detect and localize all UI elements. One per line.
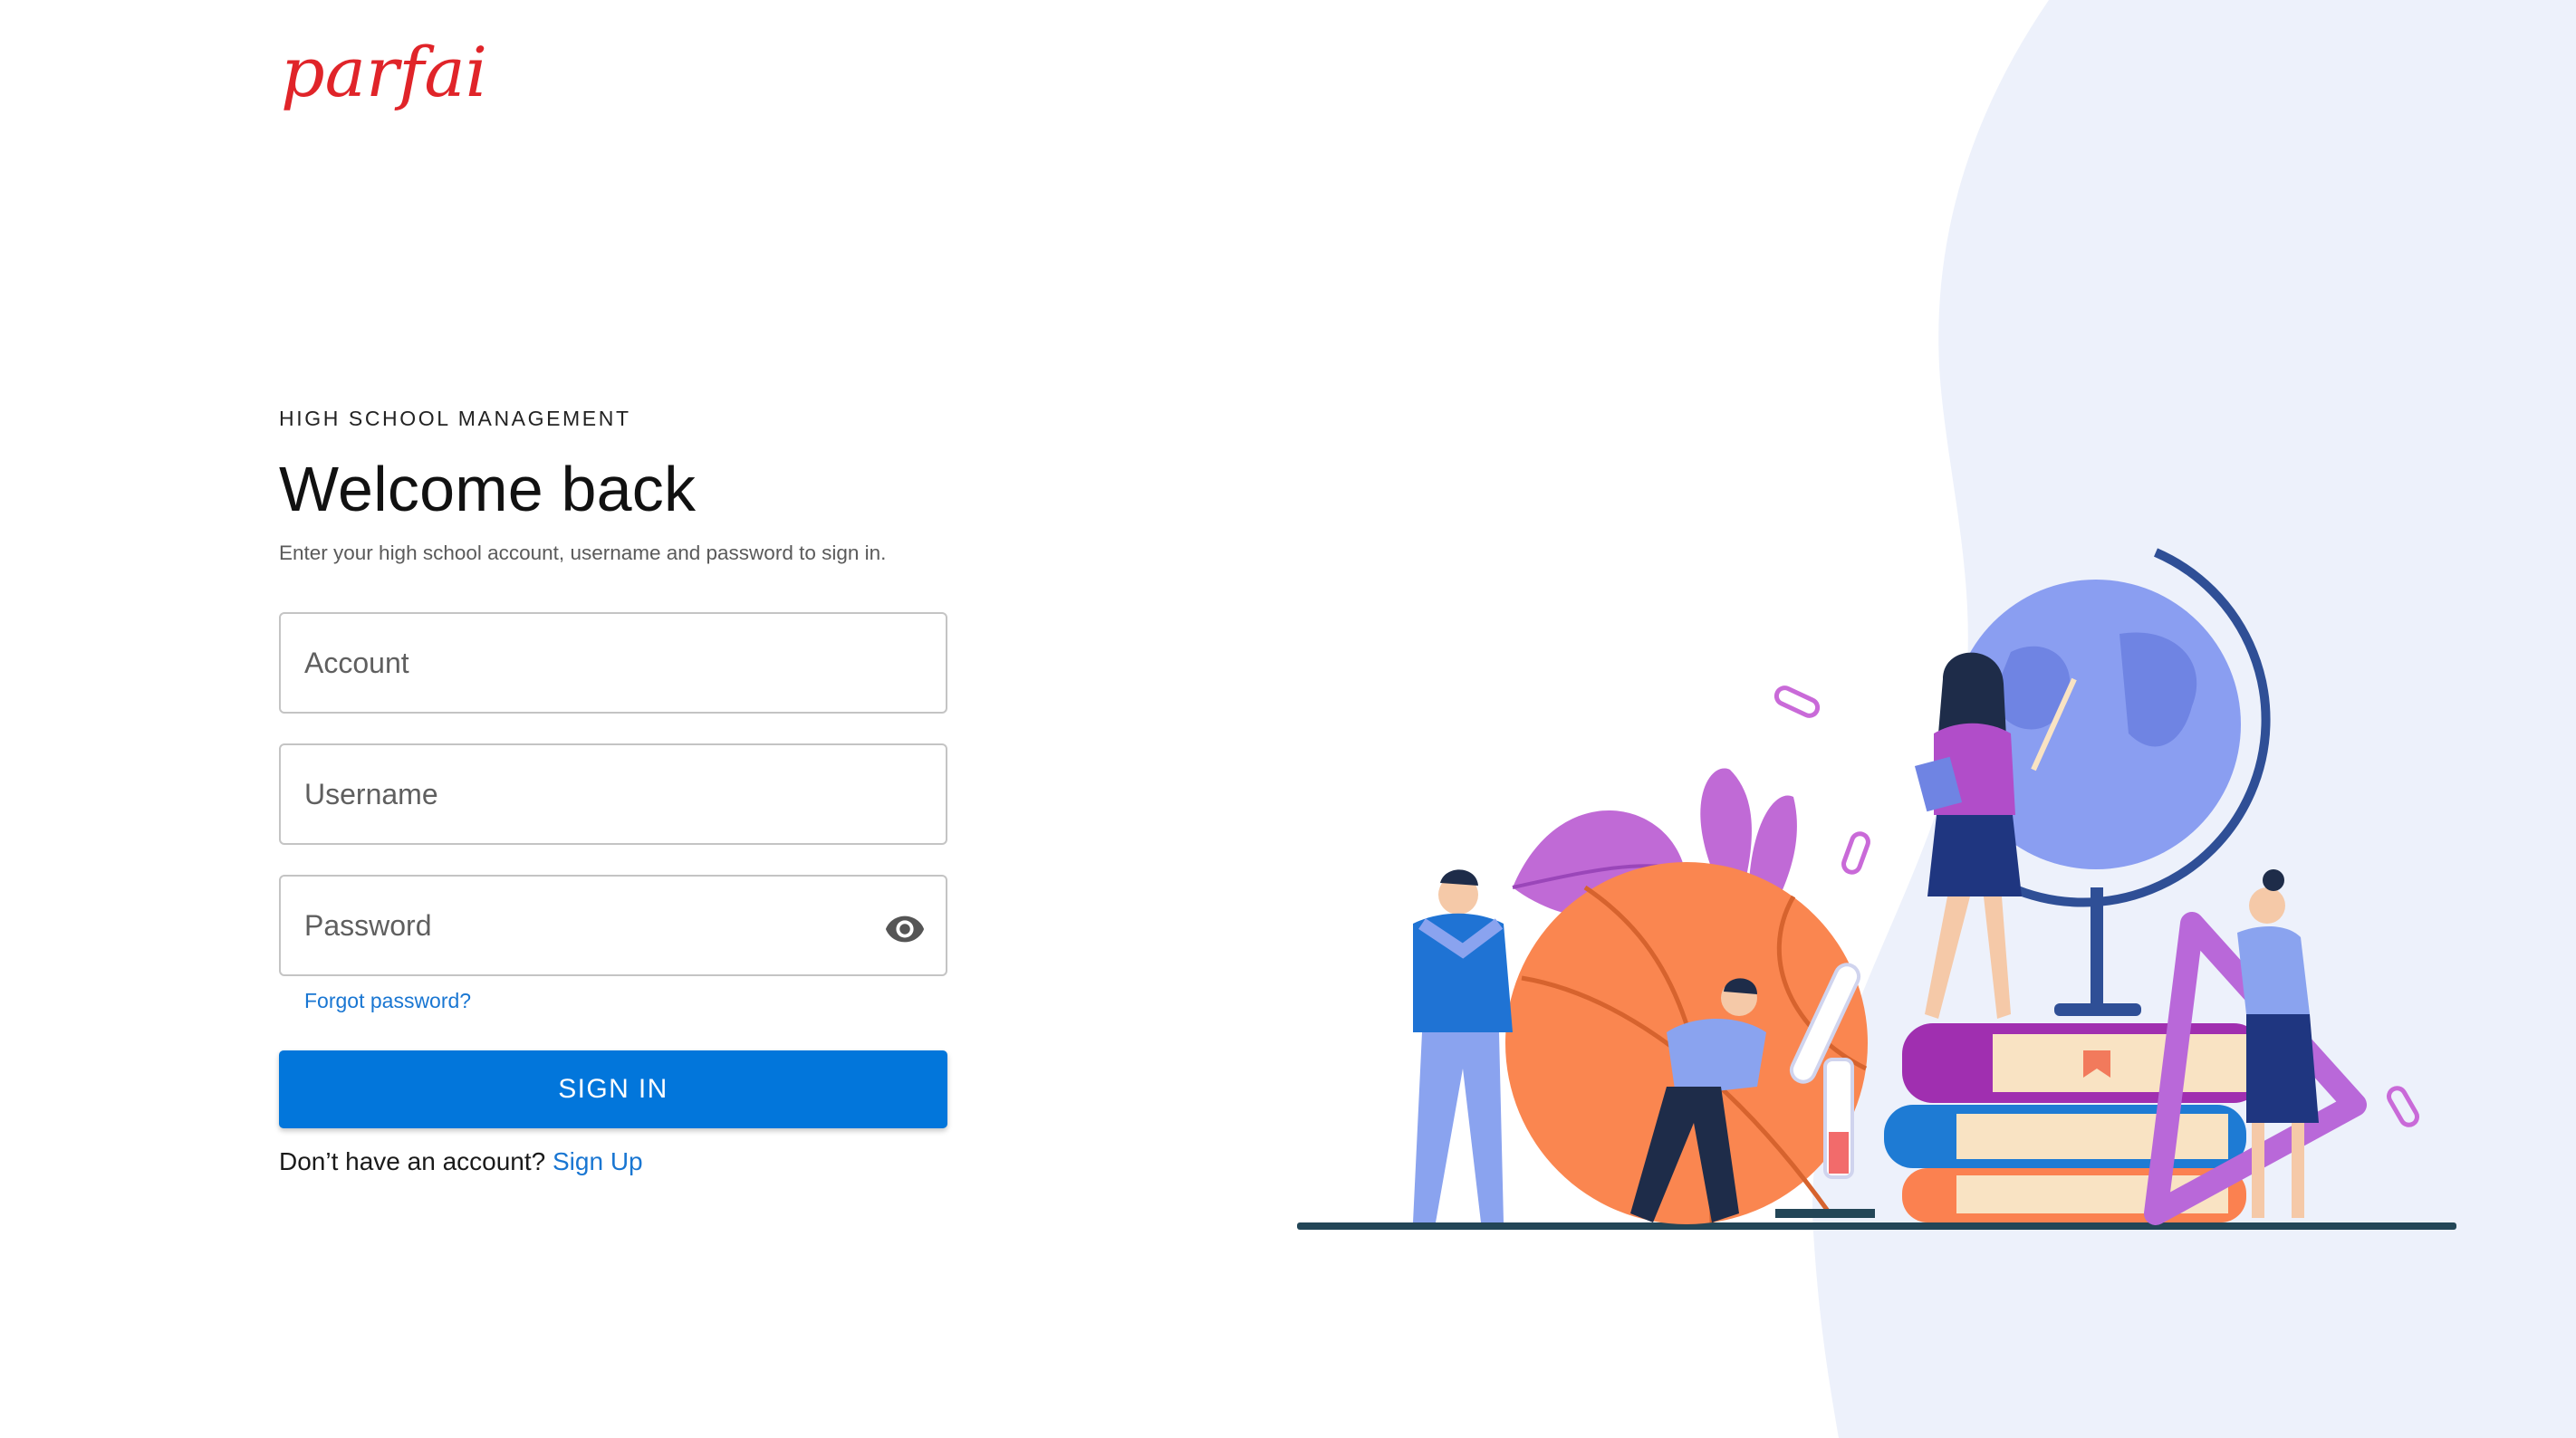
password-field [279, 875, 947, 976]
password-input[interactable] [281, 877, 946, 974]
parfait-logo: parfait [281, 32, 485, 112]
forgot-password-link[interactable]: Forgot password? [304, 987, 949, 1014]
username-field [279, 743, 947, 845]
signup-prompt: Don’t have an account? [279, 1147, 546, 1175]
page-subtitle: Enter your high school account, username… [279, 542, 887, 564]
page-overline: HIGH SCHOOL MANAGEMENT [279, 407, 631, 430]
page-title: Welcome back [279, 454, 697, 524]
signup-row: Don’t have an account? Sign Up [279, 1145, 949, 1179]
ground-line [1297, 1222, 2456, 1230]
sign-in-button[interactable]: SIGN IN [279, 1050, 947, 1128]
eye-icon[interactable] [884, 907, 926, 949]
school-illustration [1297, 548, 2456, 1230]
logo-text: parfait [281, 32, 485, 112]
username-input[interactable] [281, 745, 946, 843]
login-form: HIGH SCHOOL MANAGEMENT Welcome back Ente… [279, 404, 949, 1179]
login-page: parfait HIGH SCHOOL MANAGEMENT Welcome b… [0, 0, 2576, 1438]
boy-figure [1413, 869, 1513, 1222]
sign-up-link[interactable]: Sign Up [553, 1147, 643, 1175]
account-field [279, 612, 947, 714]
account-input[interactable] [281, 614, 946, 712]
